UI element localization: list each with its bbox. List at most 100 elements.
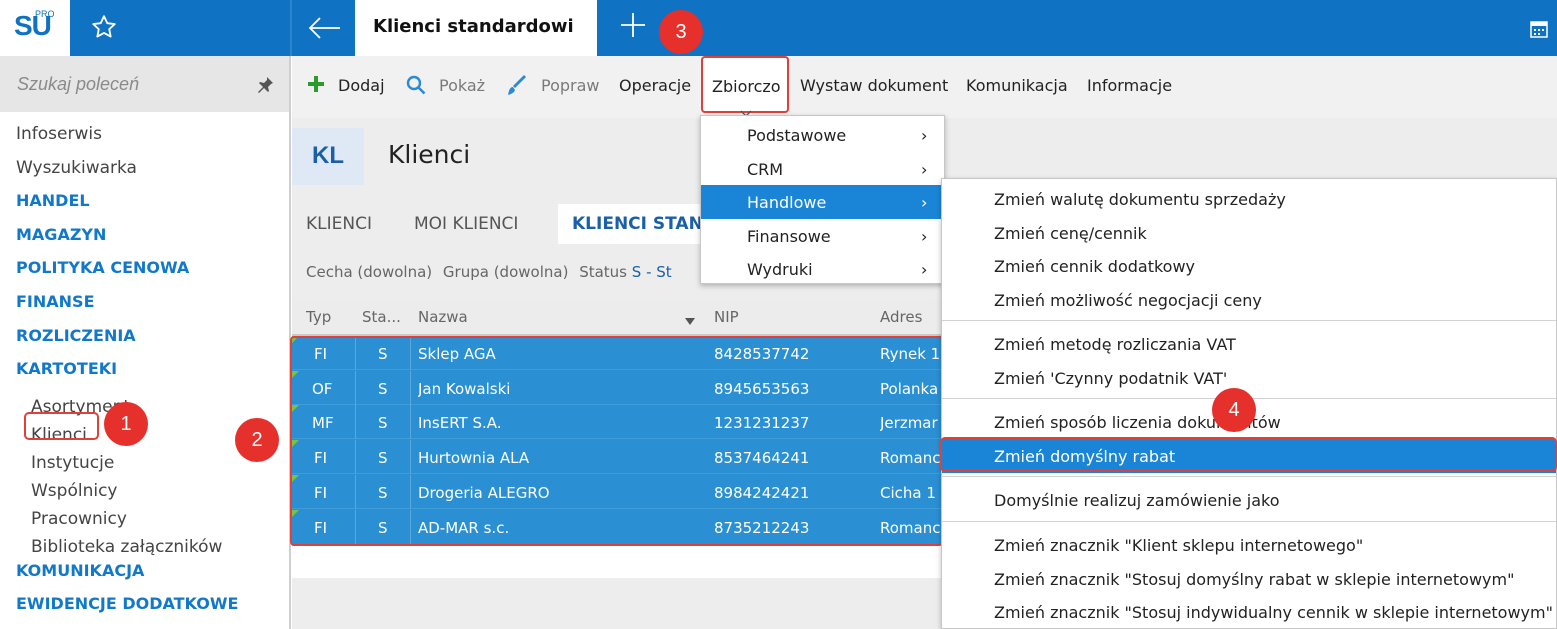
tab-klienci-standardowi-view[interactable]: KLIENCI STAN [572, 214, 703, 234]
menu-item-zmien-cennik-dodatkowy[interactable]: Zmień cennik dodatkowy [942, 249, 1556, 283]
command-search[interactable]: Szukaj poleceń [0, 56, 289, 112]
filter-status-label: Status [579, 263, 628, 281]
favorites-star-icon[interactable] [90, 13, 118, 45]
menu-item-znacznik-domyslny-rabat[interactable]: Zmień znacznik "Stosuj domyślny rabat w … [942, 562, 1556, 596]
bulk-button[interactable]: Zbiorczo [712, 77, 781, 96]
menu-item-label: Zmień cennik dodatkowy [994, 257, 1195, 277]
sidebar-menu: Infoserwis Wyszukiwarka HANDEL MAGAZYN P… [16, 124, 238, 628]
sidebar-section-handel[interactable]: HANDEL [16, 191, 238, 225]
menu-separator [942, 320, 1556, 321]
search-magnifier-icon[interactable] [406, 75, 426, 99]
filter-bar: Cecha (dowolna) Grupa (dowolna) Status S… [306, 263, 672, 281]
menu-separator [942, 476, 1556, 477]
menu-item-label: Zmień znacznik "Stosuj indywidualny cenn… [994, 603, 1553, 623]
tab-klienci[interactable]: KLIENCI [306, 214, 372, 234]
column-header-adres[interactable]: Adres [880, 308, 922, 326]
menu-item-zmien-walute[interactable]: Zmień walutę dokumentu sprzedaży [942, 182, 1556, 216]
chevron-right-icon: › [921, 193, 928, 213]
module-badge-text: KL [312, 142, 344, 169]
menu-item-label: Zmień metodę rozliczania VAT [994, 335, 1236, 354]
top-separator [290, 0, 292, 56]
pin-icon[interactable] [256, 76, 274, 98]
chevron-right-icon: › [921, 126, 928, 145]
sidebar-item-wspolnicy[interactable]: Wspólnicy [16, 477, 238, 505]
sidebar-item-instytucje[interactable]: Instytucje [16, 449, 238, 477]
sidebar-section-magazyn[interactable]: MAGAZYN [16, 225, 238, 259]
column-header-typ[interactable]: Typ [306, 308, 331, 326]
menu-item-realizuj-zamowienie[interactable]: Domyślnie realizuj zamówienie jako [942, 483, 1556, 517]
sidebar-section-rozliczenia[interactable]: ROZLICZENIA [16, 326, 238, 360]
toolbar: Dodaj Pokaż Popraw Operacje Wystaw dokum… [292, 56, 1557, 118]
chevron-right-icon: › [921, 260, 928, 280]
menu-item-label: Domyślnie realizuj zamówienie jako [994, 491, 1280, 510]
page-title: Klienci [388, 140, 471, 169]
callout-3: 3 [659, 10, 703, 54]
sidebar-section-finanse[interactable]: FINANSE [16, 292, 238, 326]
menu-item-label: Zmień znacznik "Klient sklepu internetow… [994, 536, 1364, 555]
menu-separator [942, 521, 1556, 522]
sidebar-item-infoserwis[interactable]: Infoserwis [16, 124, 238, 158]
menu-item-label: CRM [747, 159, 784, 179]
menu-item-handlowe[interactable]: Handlowe › [701, 185, 944, 219]
selected-item-highlight [940, 437, 1557, 472]
show-button[interactable]: Pokaż [439, 76, 485, 95]
filter-feature[interactable]: Cecha (dowolna) [306, 263, 432, 281]
column-header-nazwa[interactable]: Nazwa [418, 308, 468, 326]
filter-status-value[interactable]: S - St [632, 263, 672, 281]
sidebar: Szukaj poleceń Infoserwis Wyszukiwarka H… [0, 56, 291, 629]
sidebar-item-pracownicy[interactable]: Pracownicy [16, 505, 238, 533]
menu-item-label: Finansowe [747, 226, 831, 246]
sidebar-item-wyszukiwarka[interactable]: Wyszukiwarka [16, 158, 238, 192]
menu-item-crm[interactable]: CRM › [701, 152, 944, 186]
tab-label: Klienci standardowi [373, 16, 574, 37]
menu-item-label: Zmień znacznik "Stosuj domyślny rabat w … [994, 569, 1515, 589]
sidebar-section-komunikacja[interactable]: KOMUNIKACJA [16, 561, 238, 595]
information-button[interactable]: Informacje [1087, 76, 1172, 95]
column-header-nip[interactable]: NIP [714, 308, 739, 326]
menu-item-zmien-negocjacje[interactable]: Zmień możliwość negocjacji ceny [942, 283, 1556, 317]
back-arrow-icon[interactable] [306, 14, 342, 46]
menu-item-label: Handlowe [747, 193, 827, 213]
issue-document-button[interactable]: Wystaw dokument [800, 76, 948, 95]
menu-item-finansowe[interactable]: Finansowe › [701, 219, 944, 253]
sidebar-section-polityka-cenowa[interactable]: POLITYKA CENOWA [16, 258, 238, 292]
grid-empty-row [292, 546, 942, 578]
menu-item-zmien-metode-vat[interactable]: Zmień metodę rozliczania VAT [942, 327, 1556, 361]
add-button[interactable]: Dodaj [338, 76, 385, 95]
new-tab-plus-icon[interactable] [618, 10, 648, 44]
top-bar: SU PRO Klienci standardowi [0, 0, 1557, 56]
menu-item-znacznik-klient-sklepu[interactable]: Zmień znacznik "Klient sklepu internetow… [942, 528, 1556, 562]
column-header-status[interactable]: Sta... [362, 308, 401, 326]
bulk-menu: Podstawowe › CRM › Handlowe › Finansowe … [700, 115, 945, 284]
bulk-button-box[interactable]: Zbiorczo [701, 56, 789, 117]
callout-4: 4 [1212, 388, 1256, 432]
menu-item-wydruki[interactable]: Wydruki › [701, 252, 944, 286]
sidebar-item-biblioteka[interactable]: Biblioteka załączników [16, 533, 238, 561]
calendar-icon[interactable] [1530, 20, 1548, 42]
menu-item-znacznik-indywidualny-cennik[interactable]: Zmień znacznik "Stosuj indywidualny cenn… [942, 595, 1556, 629]
module-badge: KL [292, 128, 364, 185]
menu-item-czynny-podatnik[interactable]: Zmień 'Czynny podatnik VAT' [942, 361, 1556, 395]
sort-down-icon[interactable] [685, 312, 695, 330]
operations-button[interactable]: Operacje [619, 76, 691, 95]
sidebar-section-ewidencje[interactable]: EWIDENCJE DODATKOWE [16, 594, 238, 628]
sidebar-section-kartoteki[interactable]: KARTOTEKI [16, 359, 238, 393]
grid-header: Typ Sta... Nazwa NIP Adres [292, 300, 942, 336]
menu-item-label: Zmień cenę/cennik [994, 223, 1147, 243]
menu-item-label: Zmień 'Czynny podatnik VAT' [994, 368, 1228, 388]
menu-item-label: Zmień walutę dokumentu sprzedaży [994, 190, 1286, 209]
callout-1: 1 [104, 402, 148, 446]
app-logo[interactable]: SU PRO [0, 0, 70, 56]
menu-item-podstawowe[interactable]: Podstawowe › [701, 118, 944, 152]
search-input[interactable]: Szukaj poleceń [17, 74, 139, 95]
tab-klienci-standardowi[interactable]: Klienci standardowi [355, 0, 597, 56]
add-plus-icon[interactable] [306, 74, 326, 98]
edit-button[interactable]: Popraw [541, 76, 600, 95]
filter-group[interactable]: Grupa (dowolna) [443, 263, 569, 281]
communication-button[interactable]: Komunikacja [966, 76, 1068, 95]
brush-icon[interactable] [506, 75, 528, 101]
menu-item-zmien-cene[interactable]: Zmień cenę/cennik [942, 216, 1556, 250]
tab-moi-klienci[interactable]: MOI KLIENCI [414, 214, 518, 234]
chevron-right-icon: › [921, 159, 928, 179]
menu-item-label: Zmień możliwość negocjacji ceny [994, 290, 1262, 310]
